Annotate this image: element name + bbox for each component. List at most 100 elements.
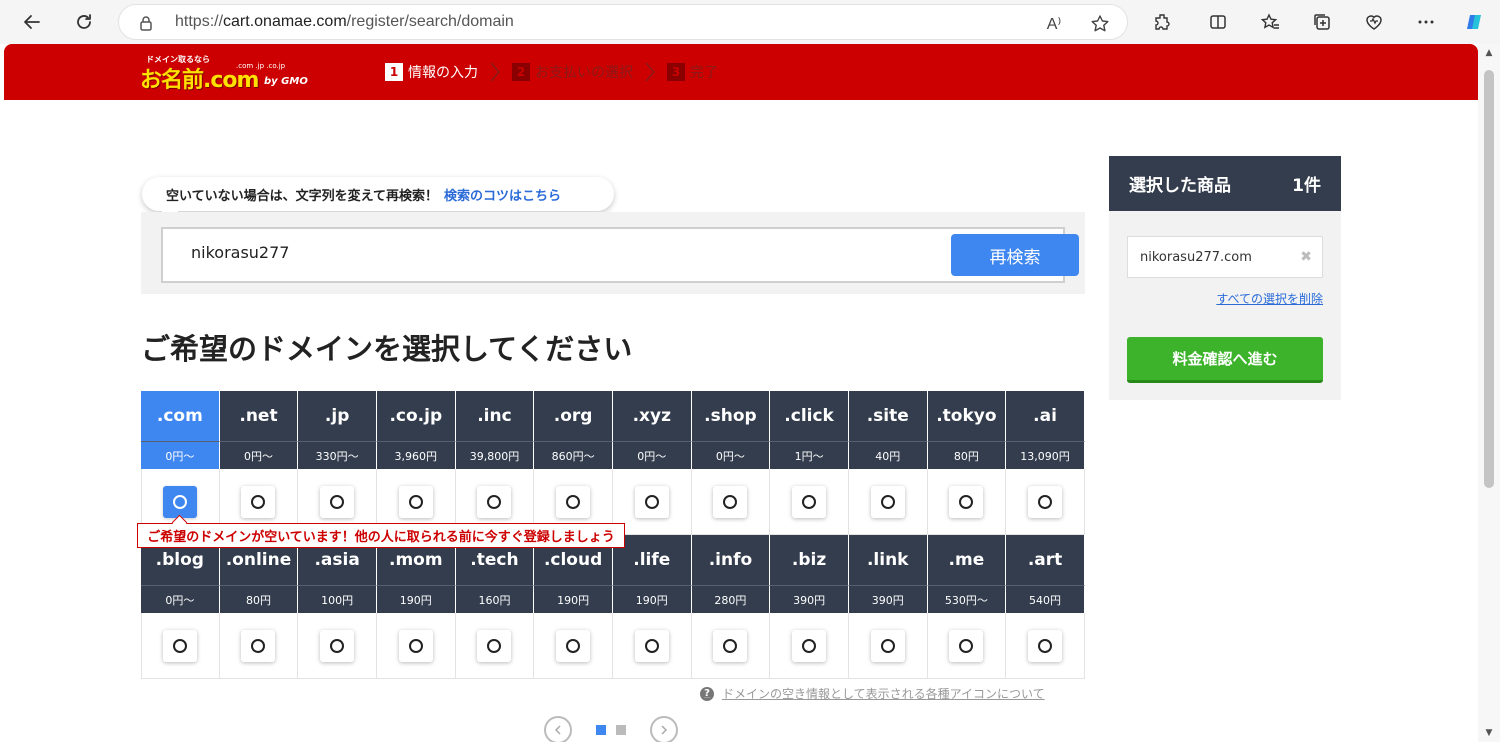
- progress-steps: 1 情報の入力 2 お支払いの選択 3 完了: [385, 60, 718, 84]
- selected-items-panel: 選択した商品 1件 nikorasu277.com ✖ すべての選択を削除 料金…: [1109, 156, 1341, 400]
- domain-select-checkbox[interactable]: [556, 485, 591, 518]
- domain-select-checkbox[interactable]: [320, 629, 355, 662]
- domain-select-checkbox[interactable]: [477, 485, 512, 518]
- tld-price: 0円〜: [141, 585, 220, 613]
- pagination: [544, 716, 678, 742]
- clear-all-link[interactable]: すべての選択を削除: [1216, 290, 1323, 307]
- tld-price: 860円〜: [534, 441, 613, 469]
- collections-icon[interactable]: [1310, 10, 1334, 34]
- available-circle-icon: [566, 638, 581, 653]
- domain-select-checkbox[interactable]: [398, 629, 433, 662]
- scroll-down-icon[interactable]: ▼: [1483, 728, 1495, 738]
- chevron-right-icon: [490, 62, 501, 82]
- domain-select-checkbox[interactable]: [792, 629, 827, 662]
- tld-header: .ai: [1006, 391, 1085, 441]
- scrollbar-thumb[interactable]: [1484, 70, 1494, 488]
- tld-price: 80円: [219, 585, 299, 613]
- back-icon[interactable]: [16, 6, 48, 38]
- proceed-to-pricing-button[interactable]: 料金確認へ進む: [1127, 337, 1323, 383]
- tld-price: 1円〜: [770, 441, 849, 469]
- tld-select-cell: [455, 613, 535, 679]
- tld-header: .click: [770, 391, 849, 441]
- url-text[interactable]: https://cart.onamae.com/register/search/…: [175, 13, 514, 31]
- favorite-star-icon[interactable]: [1089, 13, 1111, 35]
- tld-price: 0円〜: [612, 441, 692, 469]
- domain-select-checkbox[interactable]: [241, 485, 276, 518]
- tld-header: .site: [848, 391, 928, 441]
- tld-price: 190円: [376, 585, 456, 613]
- tld-header: .shop: [691, 391, 771, 441]
- tld-select-cell: [927, 469, 1007, 535]
- refresh-icon[interactable]: [68, 6, 100, 38]
- domain-select-checkbox[interactable]: [949, 485, 984, 518]
- tld-select-cell: [376, 613, 456, 679]
- domain-select-checkbox[interactable]: [320, 485, 355, 518]
- tld-header: .biz: [770, 535, 849, 585]
- step-complete: 3 完了: [667, 62, 718, 82]
- tld-price: 0円〜: [141, 441, 220, 469]
- available-circle-icon: [644, 638, 659, 653]
- prev-arrow-icon[interactable]: [544, 716, 572, 742]
- domain-select-checkbox[interactable]: [163, 629, 198, 662]
- selected-items-header: 選択した商品 1件: [1109, 156, 1341, 211]
- available-circle-icon: [880, 494, 895, 509]
- tld-price: 160円: [455, 585, 535, 613]
- page-dot[interactable]: [616, 725, 626, 735]
- available-circle-icon: [802, 638, 817, 653]
- browser-essentials-icon[interactable]: [1362, 10, 1386, 34]
- domain-select-checkbox[interactable]: [1028, 485, 1063, 518]
- domain-select-checkbox[interactable]: [163, 485, 198, 518]
- tld-select-cell: [770, 469, 849, 535]
- extensions-icon[interactable]: [1150, 10, 1174, 34]
- onamae-logo[interactable]: ドメイン取るなら お名前.com .com .jp .co.jp by GMO: [140, 52, 320, 93]
- available-circle-icon: [1038, 494, 1053, 509]
- tld-select-cell: [848, 469, 928, 535]
- remove-item-icon[interactable]: ✖: [1300, 249, 1312, 265]
- next-arrow-icon[interactable]: [650, 716, 678, 742]
- favorites-icon[interactable]: [1258, 10, 1282, 34]
- available-circle-icon: [880, 638, 895, 653]
- read-aloud-icon[interactable]: A⁾: [1043, 13, 1065, 35]
- domain-select-checkbox[interactable]: [870, 629, 905, 662]
- domain-select-checkbox[interactable]: [870, 485, 905, 518]
- tld-header: .jp: [298, 391, 377, 441]
- search-area: nikorasu277 再検索: [141, 212, 1085, 294]
- available-circle-icon: [251, 638, 266, 653]
- help-icon: ?: [700, 686, 714, 701]
- domain-select-checkbox[interactable]: [792, 485, 827, 518]
- tld-select-cell: [534, 613, 613, 679]
- domain-select-checkbox[interactable]: [556, 629, 591, 662]
- split-screen-icon[interactable]: [1206, 10, 1230, 34]
- search-tips-link[interactable]: 検索のコツはこちら: [444, 185, 561, 204]
- available-circle-icon: [173, 638, 188, 653]
- tld-header: .xyz: [612, 391, 692, 441]
- domain-select-checkbox[interactable]: [398, 485, 433, 518]
- domain-search-input[interactable]: nikorasu277 再検索: [161, 227, 1079, 283]
- domain-select-checkbox[interactable]: [634, 485, 669, 518]
- available-circle-icon: [408, 638, 423, 653]
- domain-select-checkbox[interactable]: [713, 485, 748, 518]
- copilot-icon[interactable]: [1462, 10, 1486, 34]
- tld-price: 390円: [848, 585, 928, 613]
- chevron-right-icon: [645, 62, 656, 82]
- step-payment-select: 2 お支払いの選択: [512, 62, 633, 82]
- research-button[interactable]: 再検索: [951, 234, 1079, 276]
- availability-icons-help-link[interactable]: ? ドメインの空き情報として表示される各種アイコンについて: [700, 685, 1045, 702]
- tld-price: 530円〜: [927, 585, 1007, 613]
- selected-count: 1件: [1292, 176, 1321, 196]
- domain-select-checkbox[interactable]: [477, 629, 512, 662]
- more-menu-icon[interactable]: [1414, 10, 1438, 34]
- lock-icon[interactable]: [137, 14, 155, 32]
- available-circle-icon: [723, 638, 738, 653]
- tld-header: .tokyo: [927, 391, 1007, 441]
- domain-select-checkbox[interactable]: [241, 629, 276, 662]
- domain-select-checkbox[interactable]: [949, 629, 984, 662]
- scroll-up-icon[interactable]: ▲: [1483, 48, 1495, 58]
- domain-select-checkbox[interactable]: [713, 629, 748, 662]
- domain-select-checkbox[interactable]: [634, 629, 669, 662]
- page-dot-active[interactable]: [596, 725, 606, 735]
- domain-select-checkbox[interactable]: [1028, 629, 1063, 662]
- tld-price: 390円: [770, 585, 849, 613]
- available-circle-icon: [330, 638, 345, 653]
- address-bar[interactable]: https://cart.onamae.com/register/search/…: [118, 4, 1128, 40]
